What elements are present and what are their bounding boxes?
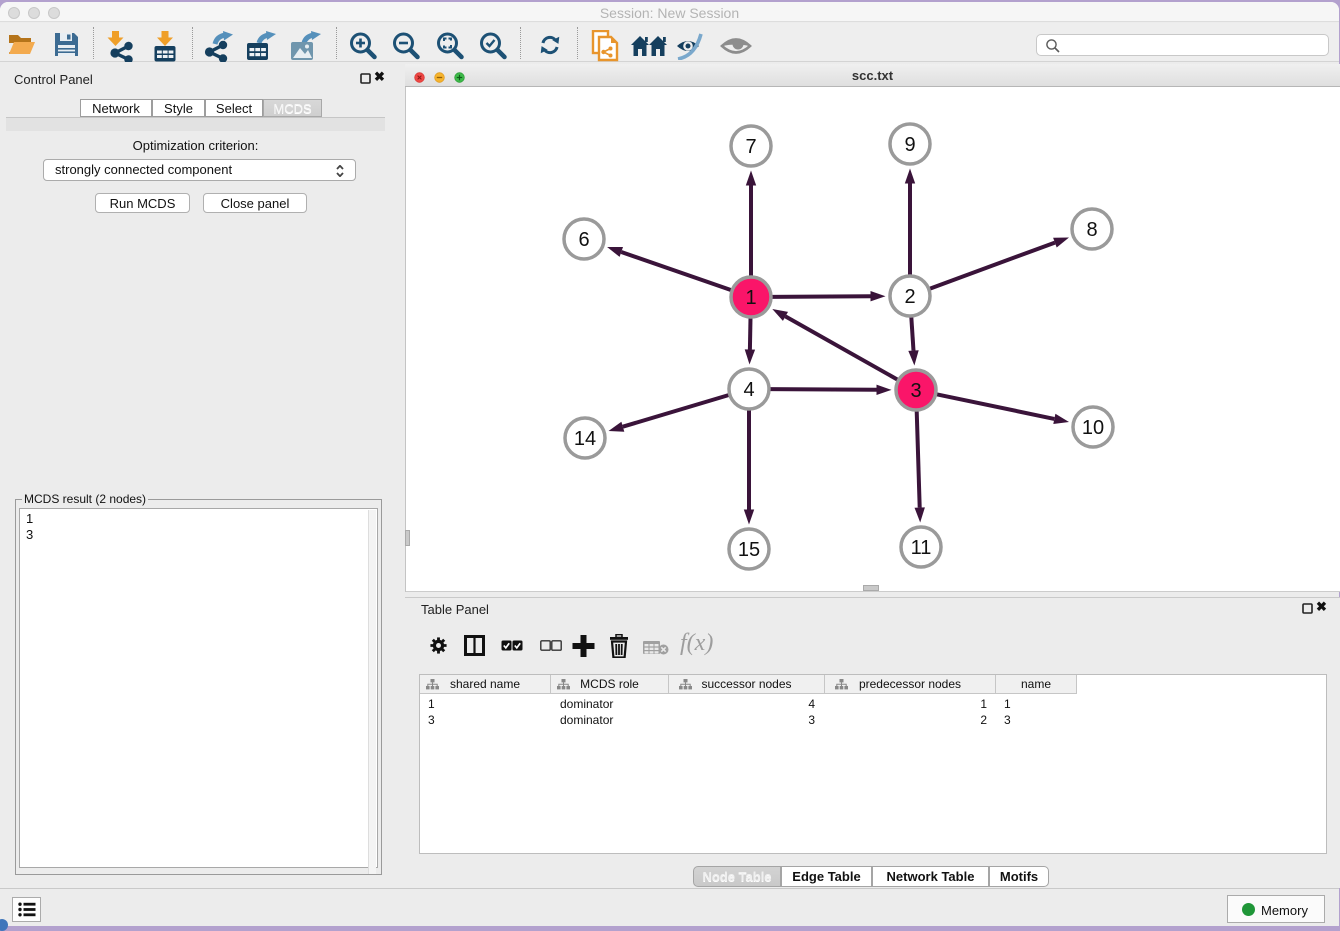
svg-text:14: 14 — [574, 428, 596, 450]
svg-text:4: 4 — [743, 379, 754, 401]
svg-text:6: 6 — [578, 229, 589, 251]
svg-text:15: 15 — [738, 539, 760, 561]
svg-text:10: 10 — [1082, 417, 1104, 439]
svg-text:1: 1 — [745, 287, 756, 309]
svg-text:3: 3 — [910, 380, 921, 402]
svg-text:11: 11 — [911, 537, 932, 559]
svg-text:8: 8 — [1086, 219, 1097, 241]
svg-text:7: 7 — [745, 136, 756, 158]
svg-text:9: 9 — [904, 134, 915, 156]
svg-text:2: 2 — [904, 286, 915, 308]
